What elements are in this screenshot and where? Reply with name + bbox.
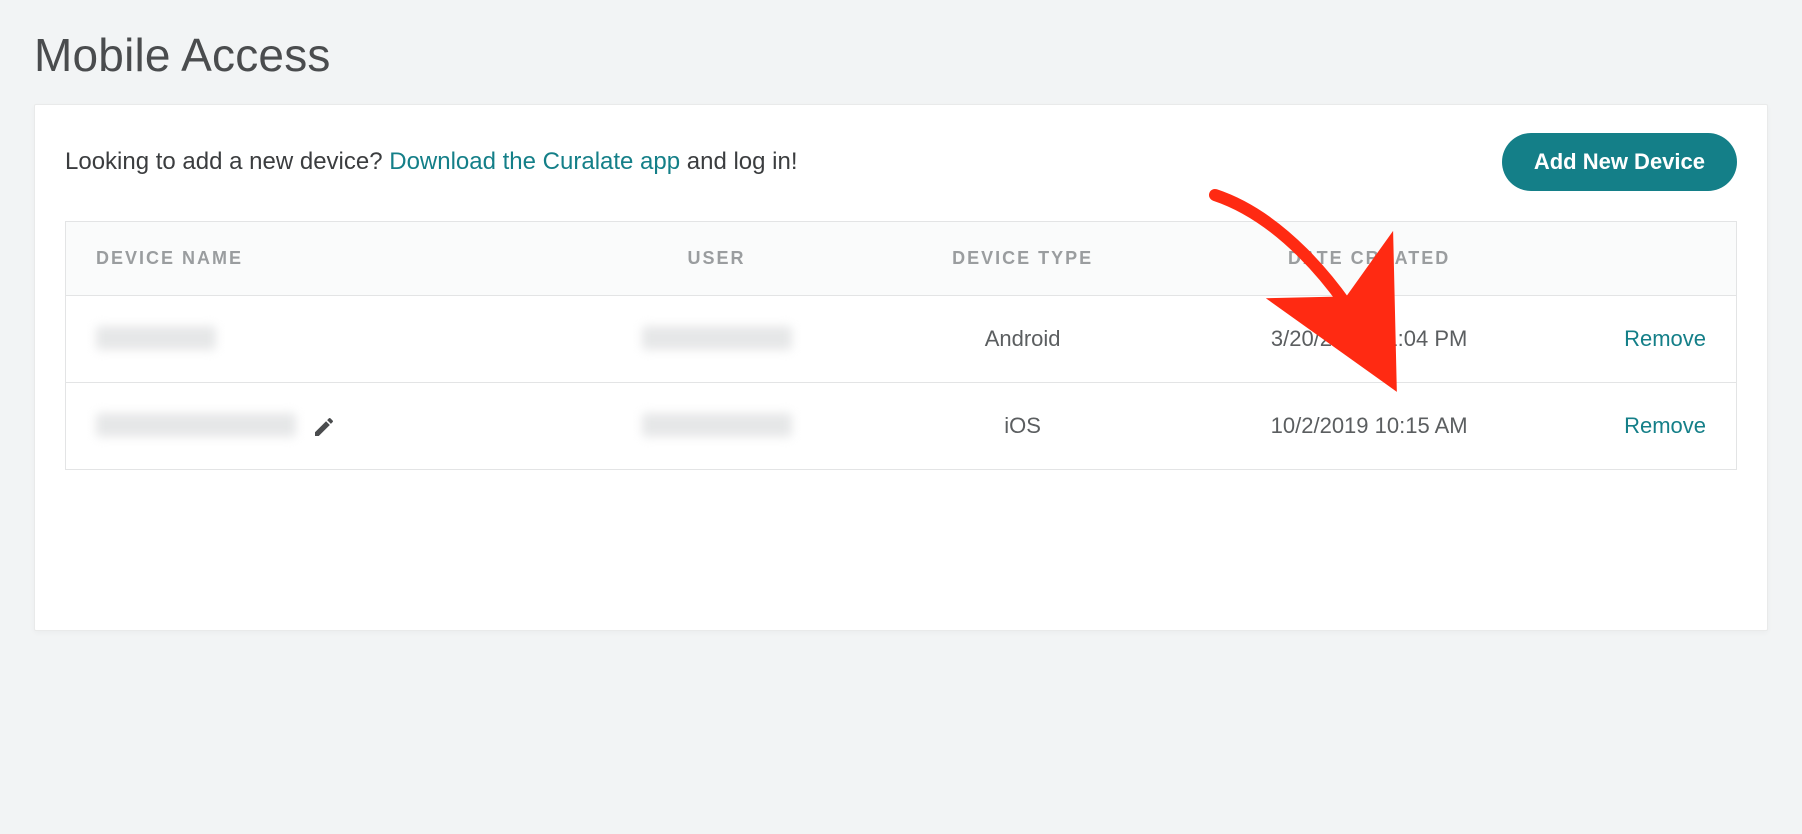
add-device-prompt: Looking to add a new device? Download th… [65,148,798,176]
col-user: USER [560,222,874,296]
download-app-link[interactable]: Download the Curalate app [389,148,680,175]
col-date-created: DATE CREATED [1172,222,1567,296]
devices-card: Looking to add a new device? Download th… [34,104,1768,631]
col-device-type: DEVICE TYPE [873,222,1171,296]
user-redacted: xxxxxxxxxxx [642,413,792,437]
date-created: 10/2/2019 10:15 AM [1172,383,1567,470]
edit-icon[interactable] [312,415,336,439]
device-type: iOS [873,383,1171,470]
date-created: 3/20/2018 11:04 PM [1172,296,1567,383]
prompt-prefix: Looking to add a new device? [65,148,389,175]
table-row: xxxxxxx xxxxxxxxx Android 3/20/2018 11:0… [66,296,1737,383]
remove-button[interactable]: Remove [1624,326,1706,351]
col-actions [1567,222,1737,296]
table-row: xxxxxxxxxxxxxx xxxxxxxxxxx iOS 10/2/2019… [66,383,1737,470]
device-name-redacted: xxxxxxxxxxxxxx [96,413,296,437]
devices-table: DEVICE NAME USER DEVICE TYPE DATE CREATE… [65,221,1737,470]
device-name-redacted: xxxxxxx [96,326,216,350]
user-redacted: xxxxxxxxx [642,326,792,350]
device-type: Android [873,296,1171,383]
col-device-name: DEVICE NAME [66,222,560,296]
add-new-device-button[interactable]: Add New Device [1502,133,1737,191]
remove-button[interactable]: Remove [1624,413,1706,438]
prompt-suffix: and log in! [680,148,797,175]
page-title: Mobile Access [34,28,1768,82]
